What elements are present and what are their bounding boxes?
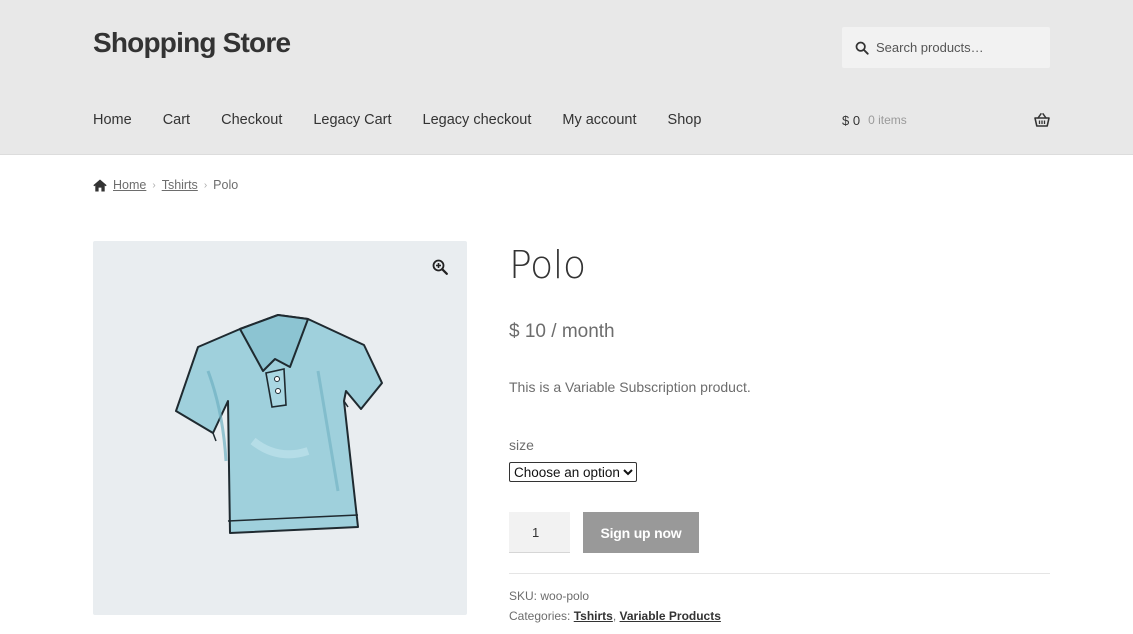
basket-icon <box>1034 113 1050 127</box>
home-icon <box>93 179 107 191</box>
product-gallery[interactable] <box>93 241 467 615</box>
category-link-tshirts[interactable]: Tshirts <box>574 609 613 623</box>
cart-amount: $ 0 <box>842 112 861 128</box>
breadcrumb: Home › Tshirts › Polo <box>93 178 238 192</box>
category-link-variable-products[interactable]: Variable Products <box>620 609 721 623</box>
nav-item-cart[interactable]: Cart <box>163 110 190 130</box>
zoom-in-icon[interactable] <box>432 259 448 275</box>
product-price: $ 10 / month <box>509 321 615 342</box>
product-sku: SKU: woo-polo <box>509 589 589 603</box>
breadcrumb-category[interactable]: Tshirts <box>162 178 198 192</box>
product-search[interactable] <box>842 27 1050 68</box>
site-header: Shopping Store Home Cart Checkout Legacy… <box>0 0 1133 155</box>
size-label: size <box>509 437 534 453</box>
breadcrumb-home[interactable]: Home <box>113 178 146 192</box>
nav-item-my-account[interactable]: My account <box>562 110 636 130</box>
nav-item-legacy-cart[interactable]: Legacy Cart <box>313 110 391 130</box>
primary-nav: Home Cart Checkout Legacy Cart Legacy ch… <box>93 110 732 130</box>
nav-item-shop[interactable]: Shop <box>668 110 702 130</box>
search-icon <box>855 41 869 55</box>
breadcrumb-current: Polo <box>213 178 239 192</box>
nav-item-checkout[interactable]: Checkout <box>221 110 282 130</box>
header-cart[interactable]: $ 0 0 items <box>842 110 1050 130</box>
product-short-description: This is a Variable Subscription product. <box>509 379 751 395</box>
categories-label: Categories: <box>509 609 571 623</box>
category-separator: , <box>612 609 617 623</box>
search-input[interactable] <box>876 40 1046 55</box>
divider <box>509 573 1050 574</box>
nav-item-legacy-checkout[interactable]: Legacy checkout <box>423 110 532 130</box>
nav-item-home[interactable]: Home <box>93 110 132 130</box>
breadcrumb-separator: › <box>203 179 208 191</box>
polo-shirt-image <box>175 314 383 534</box>
product-title: Polo <box>509 243 586 287</box>
site-title[interactable]: Shopping Store <box>93 27 291 59</box>
quantity-input[interactable] <box>509 512 570 553</box>
cart-item-count: 0 items <box>868 113 907 127</box>
sku-value: woo-polo <box>540 589 590 603</box>
breadcrumb-separator: › <box>152 179 156 191</box>
sign-up-now-button[interactable]: Sign up now <box>583 512 699 553</box>
product-categories: Categories: Tshirts, Variable Products <box>509 609 721 623</box>
sku-label: SKU: <box>509 589 538 603</box>
size-select[interactable]: Choose an option <box>509 462 637 482</box>
